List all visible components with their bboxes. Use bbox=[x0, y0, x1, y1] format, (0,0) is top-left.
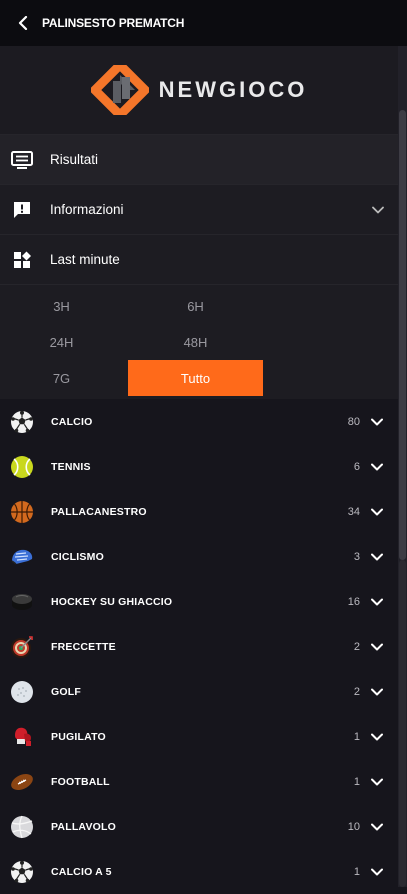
filter-row: 24H 48H bbox=[0, 324, 398, 360]
filter-48h[interactable]: 48H bbox=[128, 324, 263, 360]
chevron-down-icon[interactable] bbox=[370, 460, 384, 474]
sport-name: CALCIO bbox=[51, 415, 93, 428]
event-count: 34 bbox=[347, 505, 360, 518]
cycling-helmet-icon bbox=[11, 549, 33, 565]
sport-item-hockey-su-ghiaccio[interactable]: HOCKEY SU GHIACCIO 16 bbox=[0, 579, 398, 624]
brand-logo[interactable]: NEWGIOCO bbox=[0, 46, 398, 134]
filter-7g[interactable]: 7G bbox=[0, 360, 129, 396]
chevron-down-icon[interactable] bbox=[370, 550, 384, 564]
menu-item-label: Informazioni bbox=[50, 202, 124, 217]
event-count: 2 bbox=[353, 685, 360, 698]
tennis-ball-icon bbox=[11, 455, 33, 478]
menu-item-label: Last minute bbox=[50, 252, 120, 267]
sport-name: PUGILATO bbox=[51, 730, 106, 743]
chevron-left-icon[interactable] bbox=[16, 16, 30, 30]
boxing-glove-icon bbox=[15, 727, 31, 746]
event-count: 2 bbox=[353, 640, 360, 653]
page-title: PALINSESTO PREMATCH bbox=[42, 16, 185, 30]
sport-item-freccette[interactable]: FRECCETTE 2 bbox=[0, 624, 398, 669]
sport-name: PALLACANESTRO bbox=[51, 505, 147, 518]
filter-tutto[interactable]: Tutto bbox=[128, 360, 263, 396]
event-count: 3 bbox=[353, 550, 360, 563]
golf-ball-icon bbox=[11, 680, 33, 703]
futsal-ball-icon bbox=[11, 860, 33, 883]
filter-row: 7G Tutto bbox=[0, 360, 398, 396]
sports-list: CALCIO 80 TENNIS 6 PALLACANESTRO 34 CICL… bbox=[0, 399, 398, 894]
scrollbar-thumb-lower bbox=[399, 560, 406, 887]
time-filter-group: 3H 6H 24H 48H 7G Tutto bbox=[0, 284, 398, 399]
chevron-down-icon[interactable] bbox=[370, 640, 384, 654]
sport-item-pallavolo[interactable]: PALLAVOLO 10 bbox=[0, 804, 398, 849]
filter-6h[interactable]: 6H bbox=[128, 288, 263, 324]
top-bar: PALINSESTO PREMATCH bbox=[0, 0, 407, 46]
menu-item-label: Risultati bbox=[50, 152, 99, 167]
sport-name: HOCKEY SU GHIACCIO bbox=[51, 595, 173, 608]
chevron-down-icon[interactable] bbox=[370, 415, 384, 429]
sport-name: PALLAVOLO bbox=[51, 820, 116, 833]
sport-name: CALCIO A 5 bbox=[51, 865, 112, 878]
chevron-down-icon[interactable] bbox=[372, 201, 384, 219]
scrollbar-thumb[interactable] bbox=[399, 110, 406, 560]
chevron-down-icon[interactable] bbox=[370, 865, 384, 879]
sport-name: FRECCETTE bbox=[51, 640, 116, 653]
sport-item-football[interactable]: FOOTBALL 1 bbox=[0, 759, 398, 804]
sidebar-panel: NEWGIOCO Risultati Informazioni Last min… bbox=[0, 46, 398, 894]
chevron-down-icon[interactable] bbox=[370, 685, 384, 699]
sport-item-pugilato[interactable]: PUGILATO 1 bbox=[0, 714, 398, 759]
sport-item-tennis[interactable]: TENNIS 6 bbox=[0, 444, 398, 489]
sport-name: TENNIS bbox=[51, 460, 91, 473]
event-count: 16 bbox=[347, 595, 360, 608]
menu-item-last-minute[interactable]: Last minute bbox=[0, 234, 398, 284]
volleyball-icon bbox=[11, 815, 33, 838]
menu-item-informazioni[interactable]: Informazioni bbox=[0, 184, 398, 234]
sport-item-pallacanestro[interactable]: PALLACANESTRO 34 bbox=[0, 489, 398, 534]
grid-add-icon bbox=[11, 249, 33, 271]
basketball-icon bbox=[11, 500, 33, 523]
chevron-down-icon[interactable] bbox=[370, 505, 384, 519]
event-count: 80 bbox=[347, 415, 360, 428]
sport-item-calcio-a-5[interactable]: CALCIO A 5 1 bbox=[0, 849, 398, 894]
sport-item-ciclismo[interactable]: CICLISMO 3 bbox=[0, 534, 398, 579]
sport-name: GOLF bbox=[51, 685, 81, 698]
alert-message-icon bbox=[11, 199, 33, 221]
filter-24h[interactable]: 24H bbox=[0, 324, 129, 360]
monitor-list-icon bbox=[11, 149, 33, 171]
sport-item-golf[interactable]: GOLF 2 bbox=[0, 669, 398, 714]
dartboard-icon bbox=[11, 635, 33, 658]
chevron-down-icon[interactable] bbox=[370, 820, 384, 834]
sport-name: FOOTBALL bbox=[51, 775, 110, 788]
event-count: 6 bbox=[353, 460, 360, 473]
event-count: 1 bbox=[353, 730, 360, 743]
chevron-down-icon[interactable] bbox=[370, 775, 384, 789]
menu-item-risultati[interactable]: Risultati bbox=[0, 134, 398, 184]
event-count: 10 bbox=[347, 820, 360, 833]
sport-name: CICLISMO bbox=[51, 550, 104, 563]
event-count: 1 bbox=[353, 775, 360, 788]
hockey-puck-icon bbox=[12, 593, 32, 610]
sport-item-calcio[interactable]: CALCIO 80 bbox=[0, 399, 398, 444]
event-count: 1 bbox=[353, 865, 360, 878]
chevron-down-icon[interactable] bbox=[370, 595, 384, 609]
filter-3h[interactable]: 3H bbox=[0, 288, 129, 324]
soccer-ball-icon bbox=[11, 410, 33, 433]
american-football-icon bbox=[11, 773, 33, 790]
filter-row: 3H 6H bbox=[0, 288, 398, 324]
brand-name: NEWGIOCO bbox=[158, 77, 308, 102]
chevron-down-icon[interactable] bbox=[370, 730, 384, 744]
newgioco-logo-mark-icon bbox=[90, 65, 149, 115]
